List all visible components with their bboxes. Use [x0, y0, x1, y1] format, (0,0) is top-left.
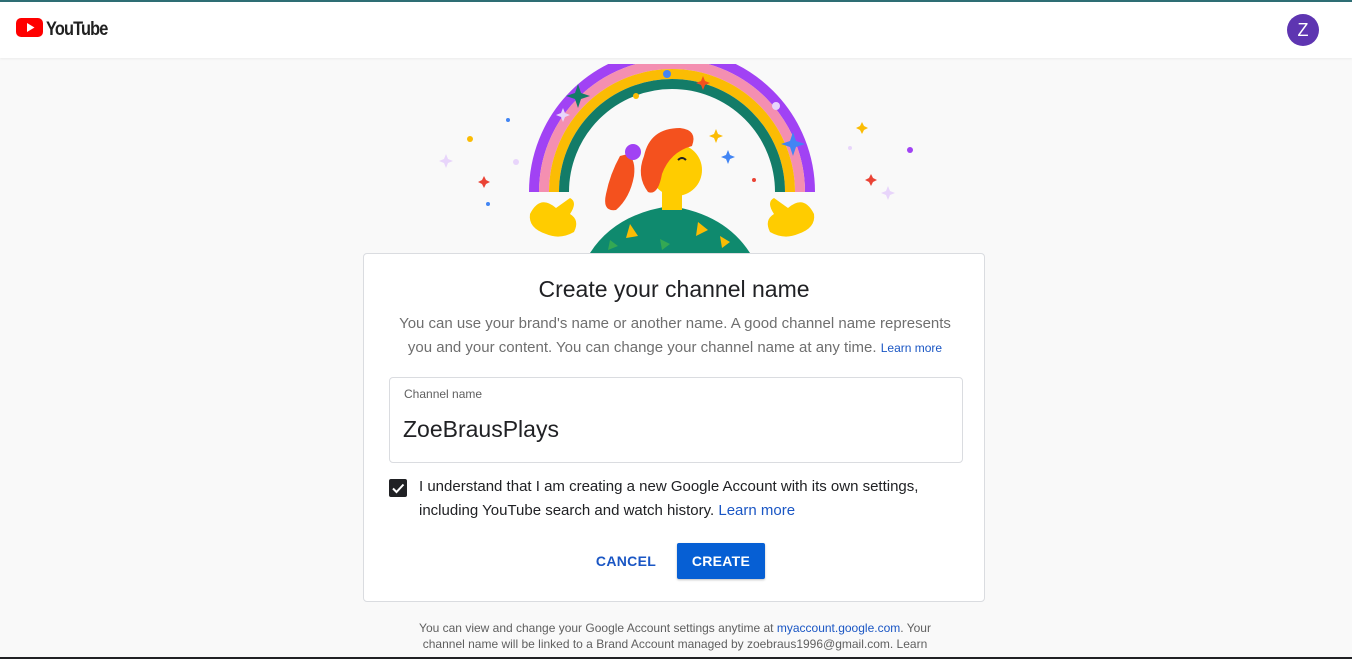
- rainbow-illustration: [430, 49, 920, 259]
- learn-more-link[interactable]: Learn more: [881, 341, 942, 355]
- understand-text-body: I understand that I am creating a new Go…: [419, 478, 919, 519]
- understand-checkbox[interactable]: [389, 479, 407, 497]
- myaccount-link[interactable]: myaccount.google.com: [777, 621, 900, 635]
- channel-name-input[interactable]: [403, 414, 943, 444]
- top-header: YouTube Z: [0, 2, 1352, 58]
- create-button[interactable]: CREATE: [677, 543, 765, 579]
- card-description: You can use your brand's name or another…: [390, 312, 960, 360]
- channel-name-label: Channel name: [404, 387, 483, 401]
- card-title: Create your channel name: [538, 276, 810, 302]
- footer-text-before: You can view and change your Google Acco…: [419, 621, 774, 635]
- checkmark-icon: [392, 483, 405, 494]
- understand-text: I understand that I am creating a new Go…: [419, 475, 959, 523]
- account-avatar[interactable]: Z: [1287, 14, 1319, 46]
- card-description-text: You can use your brand's name or another…: [399, 315, 951, 356]
- create-channel-card: Create your channel name You can use you…: [363, 253, 985, 602]
- youtube-logo[interactable]: YouTube: [16, 18, 117, 42]
- youtube-wordmark: YouTube: [46, 19, 108, 40]
- youtube-play-icon: [16, 18, 43, 42]
- checkbox-learn-more-link[interactable]: Learn more: [718, 502, 795, 519]
- cancel-button[interactable]: CANCEL: [586, 543, 666, 579]
- channel-name-field[interactable]: Channel name: [389, 377, 963, 463]
- footer-note: You can view and change your Google Acco…: [408, 620, 942, 652]
